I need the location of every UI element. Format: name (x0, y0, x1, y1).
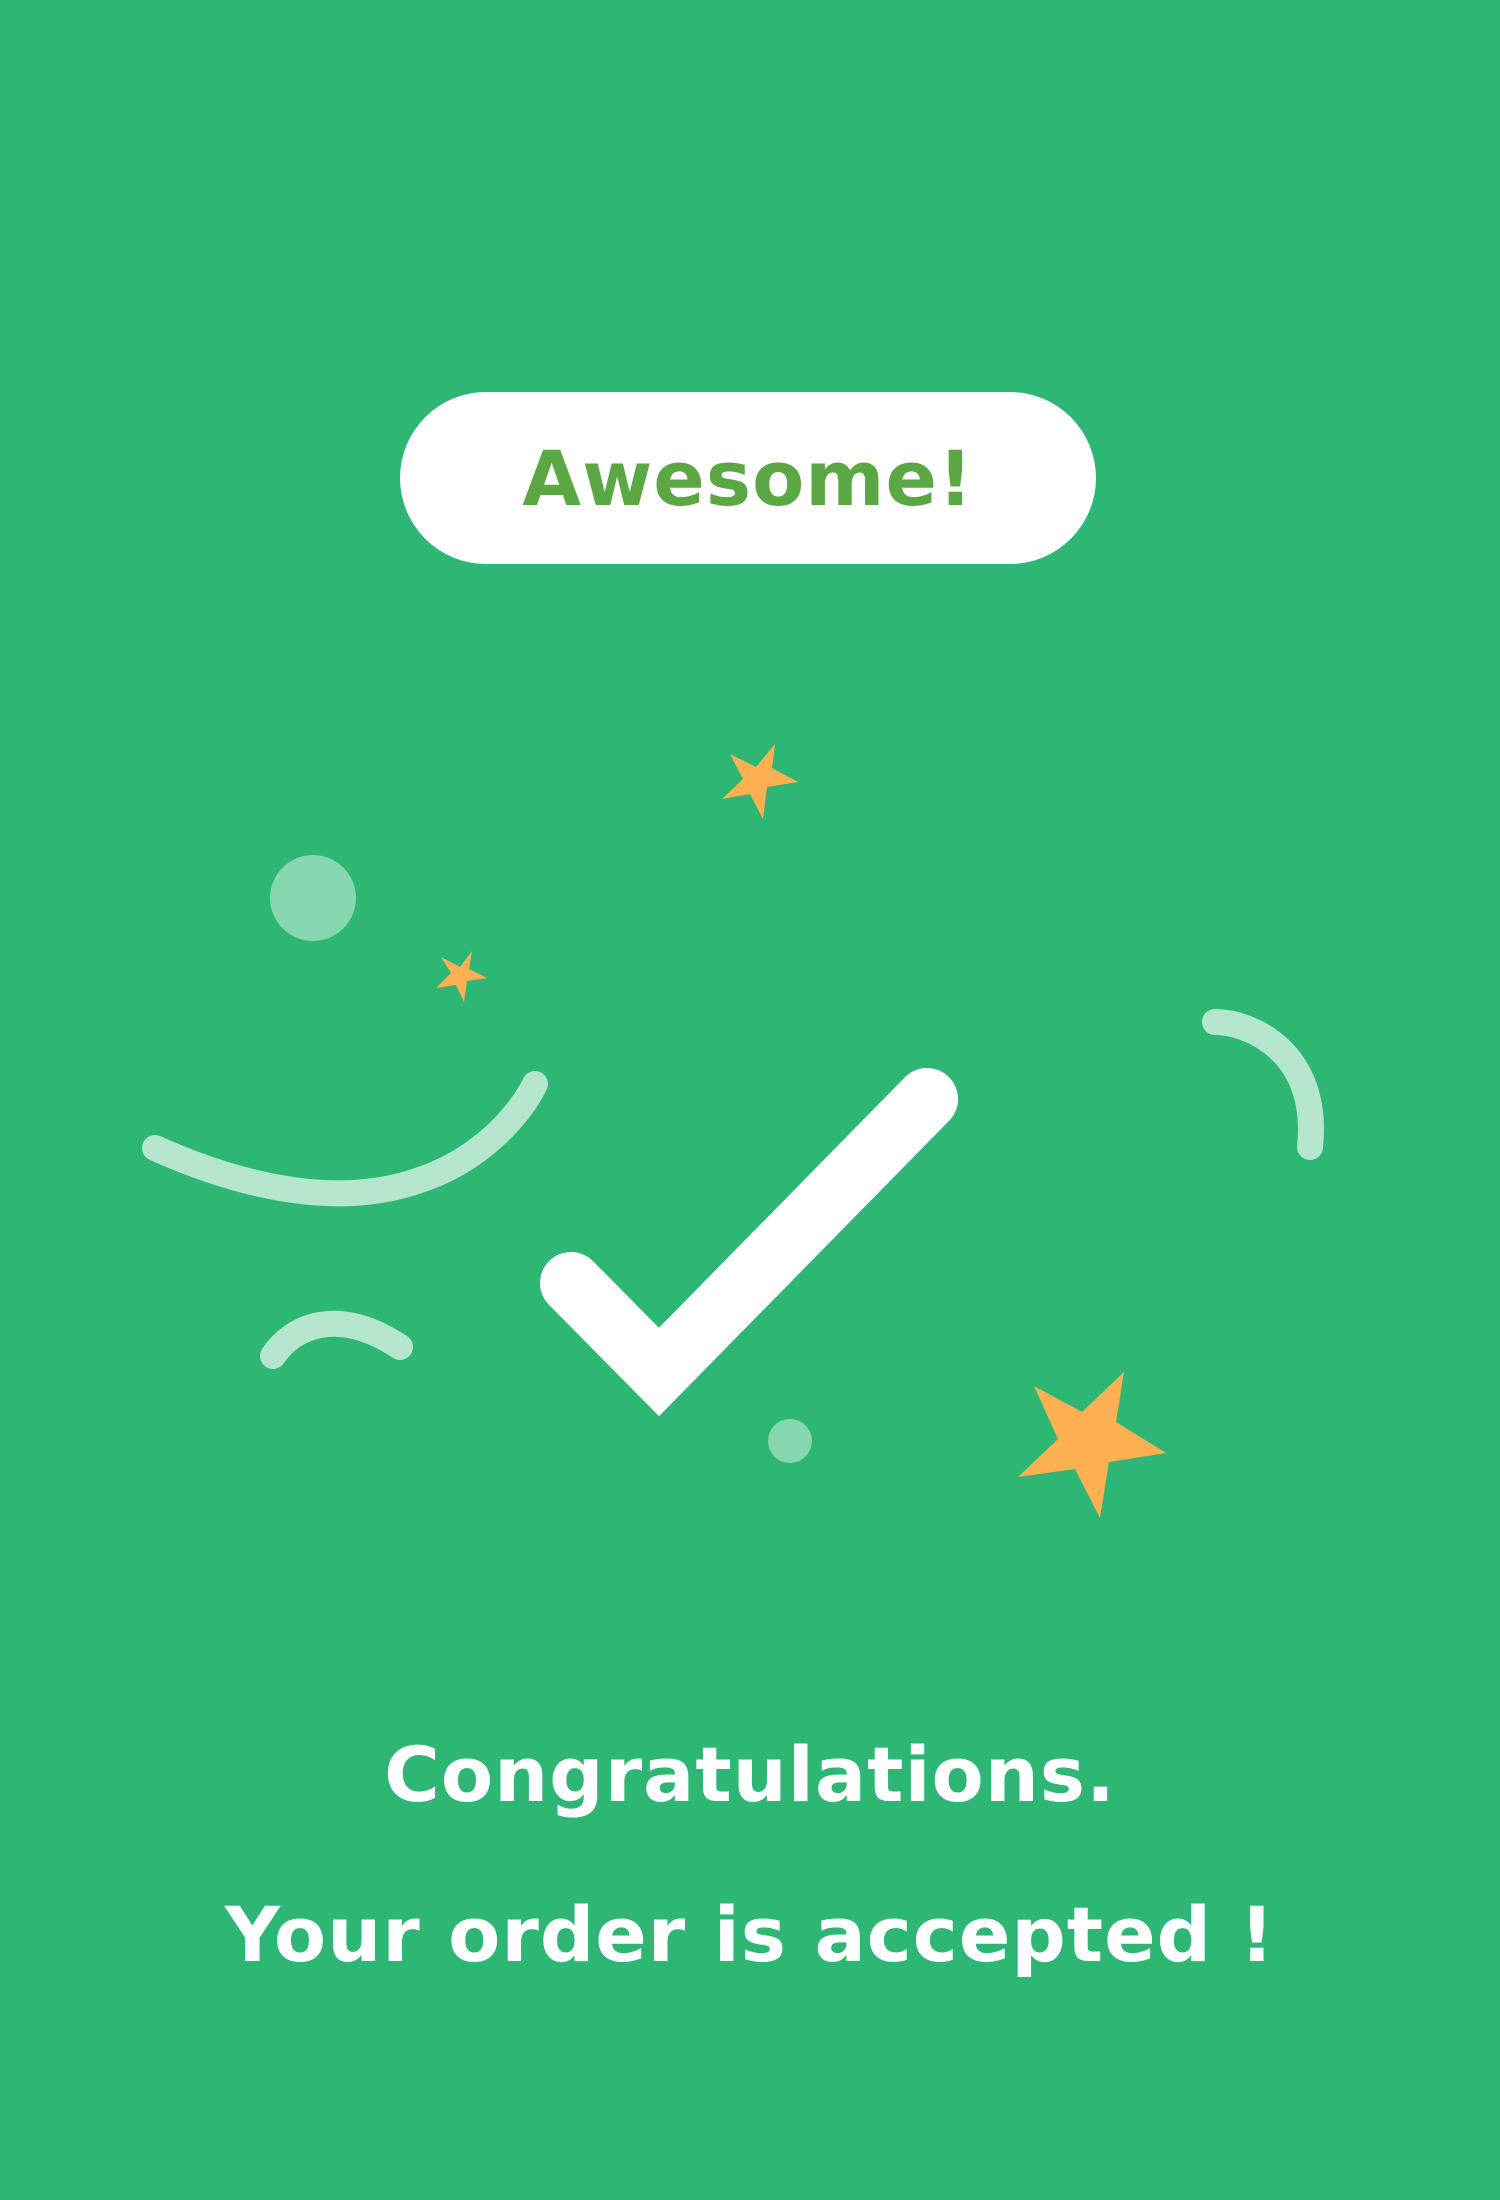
confetti-dot (270, 855, 356, 941)
confetti-dot (768, 1419, 812, 1463)
confetti-streamer (260, 1310, 413, 1369)
celebration-illustration (142, 744, 1324, 1518)
checkmark-icon (540, 1068, 958, 1417)
congratulations-text: Congratulations. (384, 1730, 1116, 1819)
order-success-screen: Awesome! Congratulations. Your order is … (0, 0, 1500, 2200)
order-accepted-text: Your order is accepted ! (224, 1890, 1276, 1979)
confetti-streamer (142, 1071, 548, 1207)
star-icon (1018, 1372, 1166, 1518)
confetti-streamer (1202, 1009, 1324, 1160)
star-icon (436, 951, 487, 1002)
star-icon (722, 744, 798, 819)
